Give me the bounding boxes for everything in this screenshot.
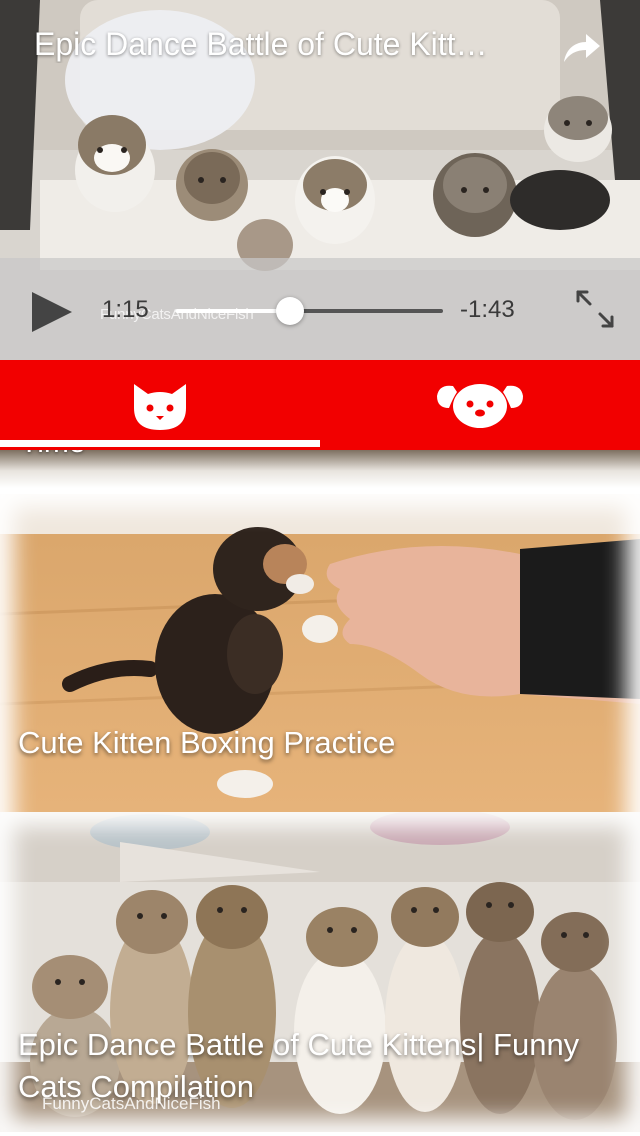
play-icon bbox=[32, 292, 72, 332]
seek-bar[interactable] bbox=[175, 297, 443, 325]
category-tab-bar bbox=[0, 360, 640, 450]
seek-bar-progress bbox=[175, 309, 291, 313]
seek-bar-thumb[interactable] bbox=[276, 297, 305, 325]
dog-face-icon bbox=[437, 384, 523, 428]
remaining-time: -1:43 bbox=[460, 296, 515, 323]
video-thumbnail bbox=[0, 494, 640, 852]
previous-video-card[interactable]: Time bbox=[0, 450, 640, 488]
video-player[interactable]: Epic Dance Battle of Cute Kitt… FunnyCat… bbox=[0, 0, 640, 360]
video-card[interactable]: Epic Dance Battle of Cute Kittens| Funny… bbox=[0, 812, 640, 1132]
video-card-title: Cute Kitten Boxing Practice bbox=[18, 725, 396, 760]
play-button[interactable] bbox=[30, 290, 74, 334]
expand-icon bbox=[576, 290, 614, 328]
cat-face-icon bbox=[134, 384, 186, 430]
video-feed[interactable]: Time Cut bbox=[0, 450, 640, 1136]
selected-tab-indicator bbox=[0, 440, 320, 447]
fullscreen-button[interactable] bbox=[574, 288, 616, 330]
share-button[interactable] bbox=[560, 28, 604, 68]
tab-cats[interactable] bbox=[0, 360, 320, 450]
video-card-watermark: FunnyCatsAndNiceFish bbox=[42, 1094, 221, 1113]
current-time: 1:15 bbox=[102, 296, 149, 323]
video-title: Epic Dance Battle of Cute Kitt… bbox=[34, 26, 488, 62]
share-arrow-icon bbox=[564, 34, 600, 62]
video-card[interactable]: Cute Kitten Boxing Practice bbox=[0, 494, 640, 852]
tab-dogs[interactable] bbox=[320, 360, 640, 450]
previous-video-title: Time bbox=[20, 450, 86, 460]
